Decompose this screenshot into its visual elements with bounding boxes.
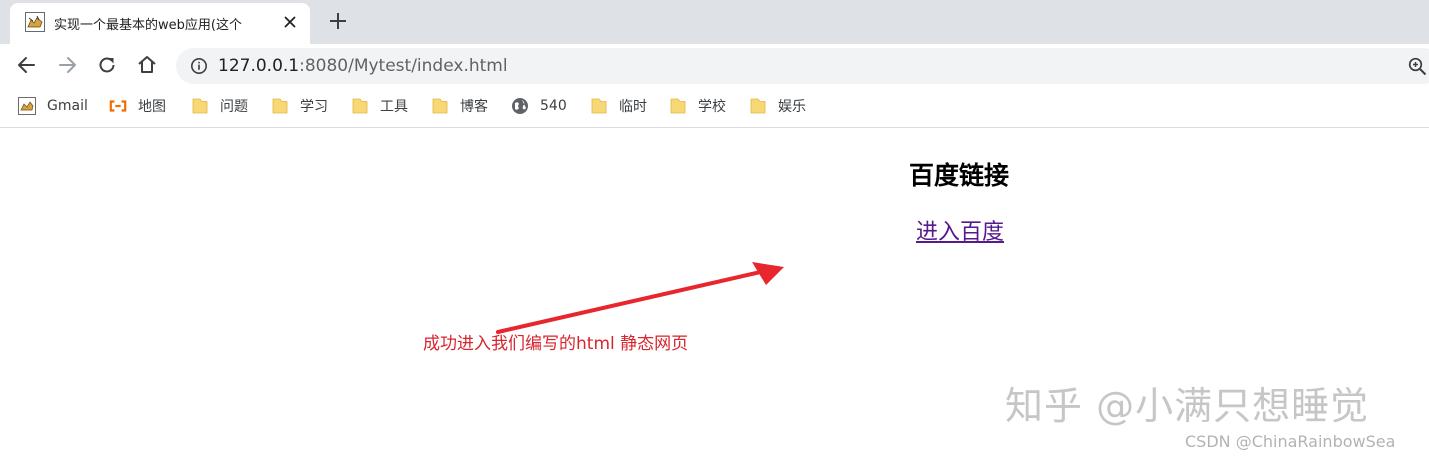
- bookmark-map[interactable]: 地图: [109, 95, 166, 117]
- bookmark-label: 学习: [300, 99, 328, 115]
- active-tab[interactable]: 实现一个最基本的web应用(这个: [10, 3, 310, 44]
- url-host: 127.0.0.1: [218, 56, 300, 76]
- bookmark-label: 540: [540, 98, 567, 114]
- bookmark-gmail[interactable]: Gmail: [18, 95, 88, 117]
- url-text[interactable]: 127.0.0.1:8080/Mytest/index.html: [218, 56, 508, 76]
- bookmark-label: 工具: [380, 99, 408, 115]
- bookmark-label: 问题: [220, 99, 248, 115]
- bookmark-folder-boke[interactable]: 博客: [431, 95, 488, 117]
- folder-icon: [670, 98, 686, 114]
- baidu-link[interactable]: 进入百度: [916, 214, 1004, 246]
- bookmark-label: 博客: [460, 99, 488, 115]
- forward-arrow-icon[interactable]: [54, 52, 80, 78]
- address-bar[interactable]: 127.0.0.1:8080/Mytest/index.html: [176, 48, 1429, 84]
- gmail-icon: [18, 97, 36, 115]
- bookmark-label: Gmail: [47, 98, 88, 114]
- folder-icon: [750, 98, 766, 114]
- zhihu-watermark: 知乎 @小满只想睡觉: [1005, 384, 1370, 428]
- bookmark-label: 地图: [138, 99, 166, 115]
- home-icon[interactable]: [134, 52, 160, 78]
- back-arrow-icon[interactable]: [14, 52, 40, 78]
- map-icon: [109, 100, 127, 112]
- url-path: :8080/Mytest/index.html: [299, 56, 508, 76]
- page-heading: 百度链接: [909, 161, 1010, 190]
- bookmark-540[interactable]: 540: [511, 95, 567, 117]
- folder-icon: [272, 98, 288, 114]
- bookmark-folder-xuexi[interactable]: 学习: [271, 95, 328, 117]
- globe-icon: [512, 98, 528, 114]
- bookmark-label: 娱乐: [778, 99, 806, 115]
- bookmark-label: 临时: [619, 99, 647, 115]
- toolbar: 127.0.0.1:8080/Mytest/index.html: [0, 44, 1429, 86]
- folder-icon: [192, 98, 208, 114]
- folder-icon: [591, 98, 607, 114]
- bookmark-folder-linshi[interactable]: 临时: [590, 95, 647, 117]
- tab-strip: 实现一个最基本的web应用(这个: [0, 0, 1429, 44]
- bookmark-folder-yule[interactable]: 娱乐: [749, 95, 806, 117]
- tomcat-logo-icon: [25, 12, 45, 32]
- info-icon[interactable]: [190, 57, 208, 75]
- close-icon[interactable]: [280, 12, 300, 32]
- bookmark-folder-xuexiao[interactable]: 学校: [669, 95, 726, 117]
- annotation-text: 成功进入我们编写的html 静态网页: [423, 334, 689, 354]
- zoom-icon[interactable]: [1408, 57, 1427, 76]
- bookmark-folder-wenti[interactable]: 问题: [191, 95, 248, 117]
- folder-icon: [352, 98, 368, 114]
- bookmark-folder-gongju[interactable]: 工具: [351, 95, 408, 117]
- plus-icon[interactable]: [325, 8, 351, 34]
- reload-icon[interactable]: [94, 52, 120, 78]
- folder-icon: [432, 98, 448, 114]
- tab-title: 实现一个最基本的web应用(这个: [54, 18, 242, 33]
- bookmarks-bar: Gmail 地图 问题 学习 工具 博客 540 临时 学校 娱乐: [0, 86, 1429, 128]
- csdn-watermark: CSDN @ChinaRainbowSea: [1185, 432, 1396, 451]
- bookmark-label: 学校: [698, 99, 726, 115]
